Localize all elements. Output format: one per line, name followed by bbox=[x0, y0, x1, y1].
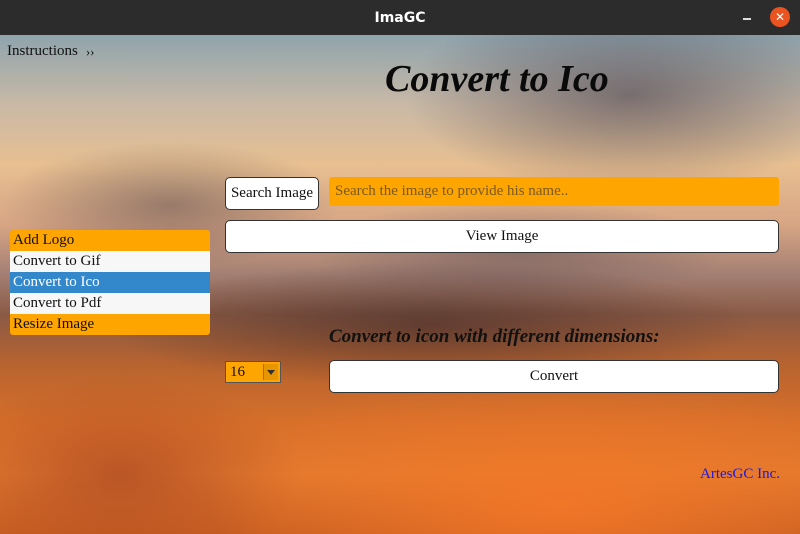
close-icon: ✕ bbox=[774, 10, 786, 24]
search-image-button[interactable]: Search Image bbox=[225, 177, 319, 210]
convert-button[interactable]: Convert bbox=[329, 360, 779, 393]
dimensions-heading: Convert to icon with different dimension… bbox=[329, 326, 660, 347]
menu-item-convert-to-gif[interactable]: Convert to Gif bbox=[10, 251, 210, 272]
search-input[interactable]: Search the image to provide his name.. bbox=[329, 177, 779, 206]
app-window: ImaGC ✕ Instructions ›› Convert to Ico S… bbox=[0, 0, 800, 534]
dimension-select[interactable]: 16 bbox=[225, 361, 281, 383]
menu-item-add-logo[interactable]: Add Logo bbox=[10, 230, 210, 251]
footer-credit: ArtesGC Inc. bbox=[700, 466, 780, 482]
menu-item-convert-to-ico[interactable]: Convert to Ico bbox=[10, 272, 210, 293]
window-title: ImaGC bbox=[374, 9, 426, 26]
conversion-menu: Add Logo Convert to Gif Convert to Ico C… bbox=[10, 230, 210, 335]
page-title: Convert to Ico bbox=[385, 58, 609, 100]
chevron-right-icon: ›› bbox=[85, 43, 95, 59]
chevron-down-icon bbox=[263, 364, 278, 380]
dimension-select-value: 16 bbox=[230, 364, 245, 380]
menu-item-convert-to-pdf[interactable]: Convert to Pdf bbox=[10, 293, 210, 314]
main-content: Instructions ›› Convert to Ico Search Im… bbox=[0, 35, 800, 534]
instructions-label: Instructions bbox=[7, 43, 78, 59]
menu-item-resize-image[interactable]: Resize Image bbox=[10, 314, 210, 335]
minimize-button[interactable] bbox=[738, 8, 758, 28]
instructions-menu[interactable]: Instructions ›› bbox=[7, 43, 95, 60]
close-button[interactable]: ✕ bbox=[770, 7, 790, 27]
title-bar: ImaGC ✕ bbox=[0, 0, 800, 35]
view-image-button[interactable]: View Image bbox=[225, 220, 779, 253]
